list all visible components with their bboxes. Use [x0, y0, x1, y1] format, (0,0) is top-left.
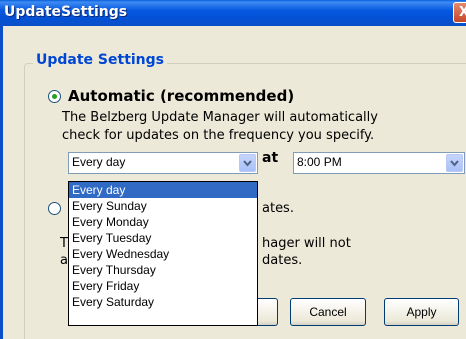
chevron-down-icon — [243, 160, 252, 167]
chevron-down-icon — [450, 160, 459, 167]
frequency-option[interactable]: Every Friday — [69, 278, 257, 294]
time-value: 8:00 PM — [297, 155, 342, 169]
frequency-dropdown-button[interactable] — [239, 154, 256, 172]
manual-desc-fragment-1: T — [60, 236, 68, 251]
frequency-option[interactable]: Every Sunday — [69, 198, 257, 214]
frequency-option[interactable]: Every Tuesday — [69, 230, 257, 246]
frequency-option[interactable]: Every Monday — [69, 214, 257, 230]
apply-button[interactable]: Apply — [384, 298, 459, 326]
manual-label-fragment: ates. — [262, 201, 294, 216]
frequency-option[interactable]: Every Thursday — [69, 262, 257, 278]
manual-radio[interactable] — [48, 202, 61, 215]
group-label: Update Settings — [33, 52, 168, 68]
time-dropdown-button[interactable] — [446, 154, 463, 172]
frequency-select[interactable]: Every day — [68, 152, 258, 174]
automatic-label[interactable]: Automatic (recommended) — [68, 87, 294, 105]
frequency-dropdown-list: Every day Every Sunday Every Monday Ever… — [68, 181, 258, 326]
manual-desc-fragment-3: a — [60, 253, 68, 268]
window-title: UpdateSettings — [4, 4, 128, 20]
ok-button[interactable] — [256, 298, 278, 326]
frequency-option[interactable]: Every Saturday — [69, 294, 257, 310]
time-select[interactable]: 8:00 PM — [293, 152, 465, 174]
frequency-option[interactable]: Every Wednesday — [69, 246, 257, 262]
manual-desc-fragment-4: dates. — [262, 253, 303, 268]
automatic-description-line1: The Belzberg Update Manager will automat… — [62, 110, 378, 125]
update-settings-window: UpdateSettings X Update Settings Automat… — [0, 0, 466, 339]
close-icon[interactable]: X — [453, 2, 466, 23]
window-left-border — [0, 26, 3, 339]
automatic-radio[interactable] — [48, 90, 61, 103]
frequency-option[interactable]: Every day — [69, 182, 257, 198]
cancel-button[interactable]: Cancel — [290, 298, 366, 326]
automatic-description-line2: check for updates on the frequency you s… — [62, 128, 375, 143]
at-label: at — [262, 150, 279, 166]
frequency-value: Every day — [72, 155, 126, 169]
manual-desc-fragment-2: hager will not — [262, 236, 351, 251]
title-bar[interactable]: UpdateSettings X — [0, 0, 466, 26]
